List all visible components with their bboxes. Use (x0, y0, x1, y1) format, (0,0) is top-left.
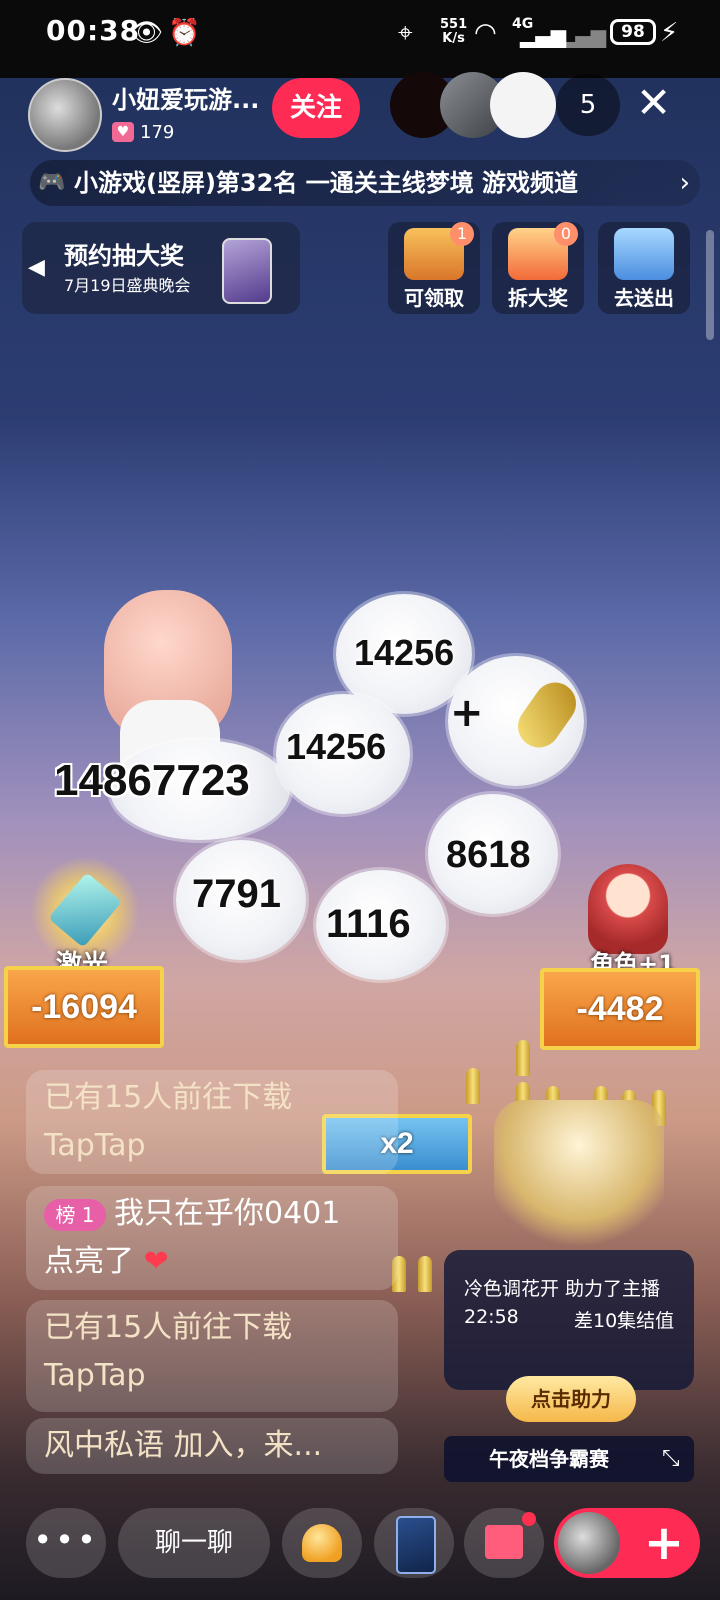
contest-title: 午夜档争霸赛 (489, 1447, 609, 1471)
reward-badge: 1 (450, 222, 474, 246)
chevron-right-icon: › (679, 168, 690, 198)
chat-message: 榜 1 我只在乎你0401 点亮了 ❤ (26, 1186, 398, 1290)
notification-dot (522, 1512, 536, 1526)
ticket-button[interactable] (374, 1508, 454, 1578)
rank-badge: 榜 1 (44, 1198, 106, 1231)
chat-message: 风中私语 加入，来... (26, 1418, 398, 1474)
laser-value: -16094 (31, 988, 137, 1026)
damage-number: 14256 (354, 632, 455, 673)
gamepad-icon: 🎮 (38, 170, 66, 195)
heart-icon: ❤ (143, 1244, 169, 1279)
charging-icon: ⚡ (660, 18, 679, 48)
battery-indicator: 98 (610, 19, 656, 45)
plus-sign: + (450, 690, 484, 736)
phone-prize-image (222, 238, 272, 304)
damage-number: 7791 (192, 872, 281, 916)
bullet (466, 1068, 480, 1104)
lottery-title: 预约抽大奖 (64, 242, 184, 270)
ticket-icon (396, 1516, 436, 1574)
plus-icon: + (643, 1515, 685, 1571)
rank-bar[interactable]: 🎮 小游戏(竖屏)第32名 一通关主线梦境 游戏频道 › (30, 160, 700, 206)
support-message: 冷色调花开 助力了主播 (464, 1278, 661, 1300)
character-value: -4482 (576, 990, 664, 1028)
chat-input-button[interactable]: 聊一聊 (118, 1508, 270, 1578)
bullet (418, 1256, 432, 1292)
user-avatar (558, 1512, 620, 1574)
rank-text: 小游戏(竖屏)第32名 一通关主线梦境 游戏频道 (74, 169, 579, 197)
chat-message: 已有15人前往下载TapTap (26, 1300, 398, 1412)
reward-open-tile[interactable]: 0 拆大奖 (492, 222, 584, 314)
close-icon[interactable]: ✕ (636, 80, 671, 126)
eye-icon: 👁 (130, 18, 164, 48)
support-time: 22:58 (464, 1306, 519, 1328)
network-speed: 551 K/s (440, 18, 467, 46)
viewer-count[interactable]: 5 (556, 74, 620, 136)
gift-button[interactable] (464, 1508, 544, 1578)
chat-user[interactable]: 我只在乎你0401 (114, 1196, 340, 1231)
damage-number: 8618 (446, 834, 531, 876)
gift-icon (485, 1525, 523, 1559)
reward-send-tile[interactable]: 去送出 (598, 222, 690, 314)
bullet (516, 1040, 530, 1076)
reward-claim-tile[interactable]: 1 可领取 (388, 222, 480, 314)
collapse-icon[interactable]: ⤡ (662, 1446, 680, 1471)
streamer-avatar[interactable] (28, 78, 102, 152)
wifi-icon: ◠ (474, 18, 497, 48)
damage-number: 14256 (286, 726, 387, 767)
lottery-subtitle: 7月19日盛典晚会 (64, 276, 191, 295)
boss-score: 14867723 (54, 756, 250, 805)
reward-label: 去送出 (614, 286, 674, 310)
follow-button[interactable]: 关注 (272, 78, 360, 138)
scrollbar[interactable] (706, 230, 714, 340)
net-speed-unit: K/s (442, 31, 465, 46)
location-icon: ⌖ (398, 18, 413, 48)
character-figure (588, 864, 668, 954)
status-time: 00:38 (46, 14, 141, 47)
signal-2-icon: ▂▄▆ (560, 24, 607, 48)
chevron-left-icon: ◀ (28, 255, 45, 280)
more-button[interactable]: ••• (26, 1508, 106, 1578)
viewer-avatar[interactable] (490, 72, 556, 138)
likes-count: 179 (140, 122, 175, 143)
support-gap: 差10集结值 (574, 1310, 675, 1332)
popularity-ticket-icon (614, 228, 674, 280)
bell-icon (302, 1524, 342, 1562)
likes-heart-icon: ♥ (112, 122, 134, 142)
add-button[interactable]: + (554, 1508, 700, 1578)
damage-number: 1116 (326, 902, 411, 946)
net-speed-value: 551 (440, 17, 468, 32)
alarm-icon: ⏰ (168, 18, 201, 48)
chat-text: 点亮了 (44, 1244, 134, 1279)
support-button[interactable]: 点击助力 (506, 1376, 636, 1422)
reward-badge: 0 (554, 222, 578, 246)
bell-button[interactable] (282, 1508, 362, 1578)
reward-label: 可领取 (404, 286, 464, 310)
chat-message: 已有15人前往下载TapTap (26, 1070, 398, 1174)
reward-label: 拆大奖 (508, 286, 568, 310)
trophy-icon (494, 1100, 664, 1250)
streamer-name[interactable]: 小妞爱玩游... (112, 80, 259, 115)
